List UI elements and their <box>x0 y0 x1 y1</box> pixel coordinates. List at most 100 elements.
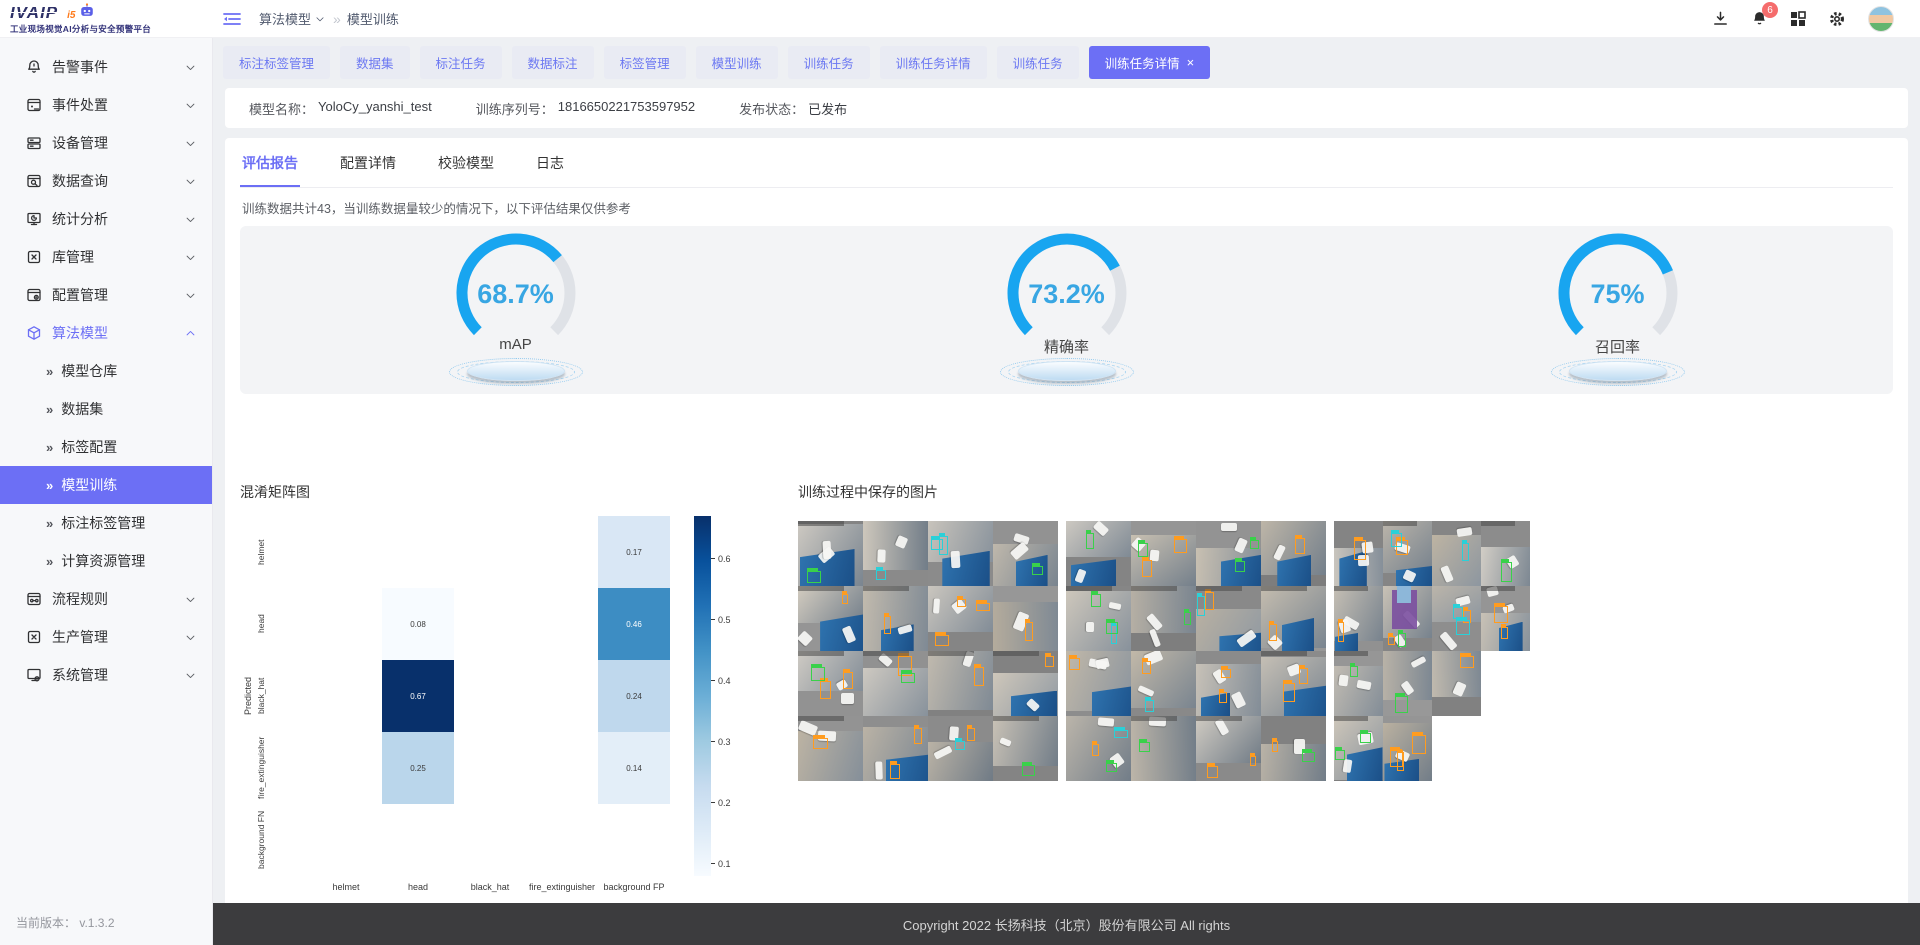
matrix-col-label: background FP <box>598 882 670 892</box>
apps-grid-icon[interactable] <box>1790 11 1806 27</box>
sidebar-subitem[interactable]: »标签配置 <box>0 428 212 466</box>
sidebar-item-model-cube[interactable]: 算法模型 <box>0 314 212 352</box>
training-images-grid <box>798 521 1893 781</box>
open-tab-label: 标注标签管理 <box>239 53 314 72</box>
training-image-tile <box>993 586 1058 651</box>
sidebar-collapse-icon[interactable] <box>223 12 241 26</box>
training-batch-image[interactable] <box>1334 521 1530 781</box>
breadcrumb-menu[interactable]: 算法模型 <box>259 9 325 28</box>
open-tab[interactable]: 数据标注 <box>512 46 594 79</box>
training-image-tile <box>1334 716 1383 781</box>
detail-tab[interactable]: 校验模型 <box>436 138 496 187</box>
training-image-tile <box>1131 521 1196 586</box>
training-batch-image[interactable] <box>1066 521 1326 781</box>
double-arrow-icon: » <box>46 364 53 379</box>
evaluation-note: 训练数据共计43，当训练数据量较少的情况下，以下评估结果仅供参考 <box>240 188 1893 217</box>
matrix-cell: 0.25 <box>382 732 454 804</box>
matrix-row-label: helmet <box>256 516 266 588</box>
open-tab[interactable]: 标注任务 <box>420 46 502 79</box>
training-image-tile <box>993 651 1058 716</box>
sidebar-item-device-manage[interactable]: 设备管理 <box>0 124 212 162</box>
chevron-down-icon <box>185 670 196 681</box>
header-actions: 6 <box>1712 6 1920 32</box>
matrix-cell-empty <box>454 732 526 804</box>
chevron-up-icon <box>185 328 196 339</box>
copyright-text: Copyright 2022 长扬科技（北京）股份有限公司 All rights <box>903 915 1230 934</box>
open-tab[interactable]: 训练任务 <box>997 46 1079 79</box>
sidebar-item-label: 生产管理 <box>52 627 108 647</box>
sidebar-subitem-label: 模型仓库 <box>61 361 117 381</box>
sidebar-item-alarm-bell[interactable]: 告警事件 <box>0 48 212 86</box>
training-image-tile <box>1383 521 1432 586</box>
chevron-down-icon <box>315 14 325 24</box>
sidebar-subitem[interactable]: » 模型仓库 <box>0 352 212 390</box>
evaluation-card: 评估报告配置详情校验模型日志 训练数据共计43，当训练数据量较少的情况下，以下评… <box>225 138 1908 903</box>
open-tab[interactable]: 标注标签管理 <box>223 46 330 79</box>
sidebar-menu: 告警事件事件处置设备管理数据查询统计分析库管理配置管理算法模型 » 模型仓库 »数据集… <box>0 48 212 694</box>
open-tab[interactable]: 数据集 <box>340 46 410 79</box>
open-tab[interactable]: 模型训练 <box>696 46 778 79</box>
matrix-cell-empty <box>310 660 382 732</box>
sidebar-subitem[interactable]: »标注标签管理 <box>0 504 212 542</box>
logo-i5-badge: i5 <box>67 11 75 21</box>
detail-tab[interactable]: 评估报告 <box>240 138 300 187</box>
user-avatar[interactable] <box>1868 6 1894 32</box>
sidebar-subitem-label: 标注标签管理 <box>61 513 145 533</box>
training-batch-image[interactable] <box>798 521 1058 781</box>
robot-logo-icon <box>78 3 96 21</box>
training-image-tile <box>928 586 993 651</box>
training-image-tile <box>1383 586 1432 651</box>
sidebar-item-event-handle[interactable]: 事件处置 <box>0 86 212 124</box>
detail-tab[interactable]: 配置详情 <box>338 138 398 187</box>
matrix-col-label: helmet <box>310 882 382 892</box>
training-image-tile <box>1196 651 1261 716</box>
matrix-cell-empty <box>454 516 526 588</box>
matrix-cell-empty <box>454 588 526 660</box>
sidebar-item-production-manage[interactable]: 生产管理 <box>0 618 212 656</box>
notification-bell-icon[interactable]: 6 <box>1751 10 1768 27</box>
detail-tab[interactable]: 日志 <box>534 138 566 187</box>
model-name-value: YoloCy_yanshi_test <box>318 99 432 118</box>
training-image-tile <box>1196 521 1261 586</box>
training-image-tile <box>863 586 928 651</box>
training-image-tile <box>1334 586 1383 651</box>
event-handle-icon <box>26 97 42 113</box>
open-tab-label: 训练任务 <box>1013 53 1063 72</box>
matrix-grid: 0.170.080.460.670.240.250.14 <box>310 516 670 876</box>
sidebar-item-config-manage[interactable]: 配置管理 <box>0 276 212 314</box>
sidebar-item-stats-analysis[interactable]: 统计分析 <box>0 200 212 238</box>
close-icon[interactable]: × <box>1187 56 1195 69</box>
training-image-tile <box>1196 716 1261 781</box>
footer: Copyright 2022 长扬科技（北京）股份有限公司 All rights <box>213 903 1920 945</box>
gauge-platform <box>1543 357 1693 389</box>
open-tab-label: 训练任务详情 <box>896 53 971 72</box>
chevron-down-icon <box>185 252 196 263</box>
sidebar-subitem[interactable]: »数据集 <box>0 390 212 428</box>
flow-rule-icon <box>26 591 42 607</box>
matrix-cell-empty <box>382 516 454 588</box>
sidebar-item-label: 统计分析 <box>52 209 108 229</box>
sidebar-item-data-search[interactable]: 数据查询 <box>0 162 212 200</box>
training-image-tile <box>1383 651 1432 716</box>
training-image-tile <box>863 651 928 716</box>
sidebar-item-library-manage[interactable]: 库管理 <box>0 238 212 276</box>
sidebar-item-label: 配置管理 <box>52 285 108 305</box>
settings-gear-icon[interactable] <box>1828 10 1846 28</box>
chevron-down-icon <box>185 632 196 643</box>
open-tab[interactable]: 训练任务详情× <box>1089 46 1211 79</box>
sidebar-item-system-manage[interactable]: 系统管理 <box>0 656 212 694</box>
publish-status-value: 已发布 <box>808 99 847 118</box>
sidebar-subitem-label: 数据集 <box>61 399 103 419</box>
training-image-tile <box>1432 651 1481 716</box>
sidebar-subitem[interactable]: »模型训练 <box>0 466 212 504</box>
sidebar-subitem[interactable]: »计算资源管理 <box>0 542 212 580</box>
matrix-cell-empty <box>310 516 382 588</box>
training-image-tile <box>798 651 863 716</box>
open-tab[interactable]: 训练任务详情 <box>880 46 987 79</box>
open-tab[interactable]: 标签管理 <box>604 46 686 79</box>
open-tab[interactable]: 训练任务 <box>788 46 870 79</box>
sidebar-item-flow-rule[interactable]: 流程规则 <box>0 580 212 618</box>
download-icon[interactable] <box>1712 10 1729 27</box>
matrix-cell-empty <box>454 804 526 876</box>
sidebar-subitem-label: 计算资源管理 <box>61 551 145 571</box>
